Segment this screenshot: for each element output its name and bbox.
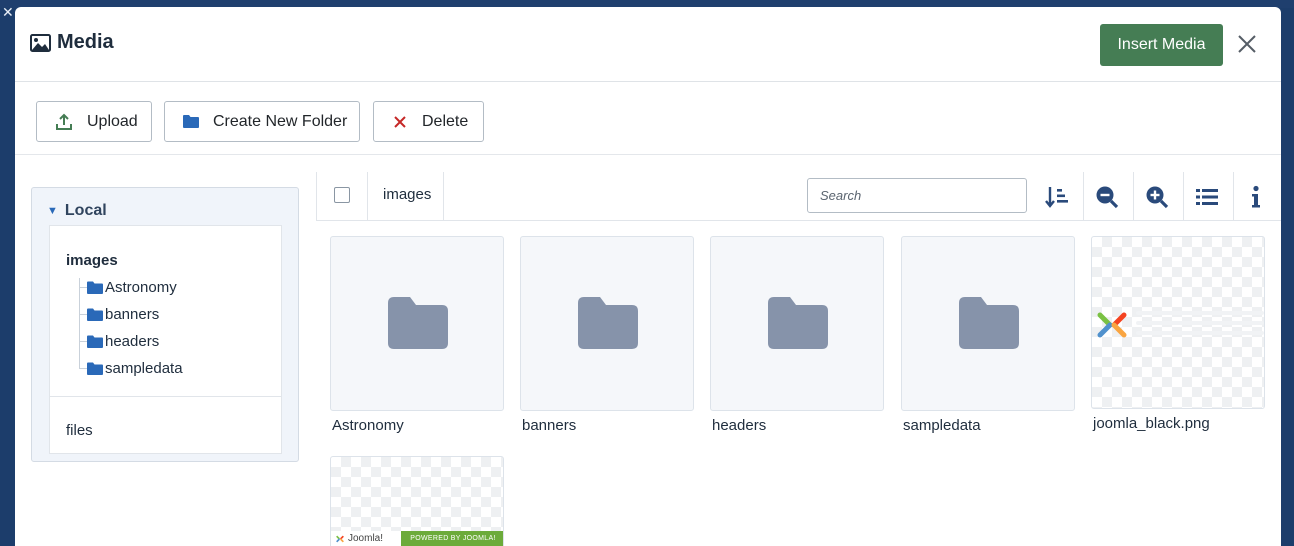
sort-icon <box>1045 187 1068 208</box>
image-thumbnail[interactable]: Joomla! POWERED BY JOOMLA! <box>330 456 504 546</box>
item-name: headers <box>712 417 767 434</box>
item-name: banners <box>522 417 577 434</box>
powered-logo: Joomla! <box>331 531 401 546</box>
breadcrumb[interactable]: images <box>383 186 431 203</box>
powered-by-text: POWERED BY JOOMLA! <box>401 531 503 546</box>
browser-toolbar: images <box>316 172 1281 221</box>
folder-icon <box>87 362 103 375</box>
tree-root-files[interactable]: files <box>66 422 93 439</box>
zoom-out-button[interactable] <box>1095 184 1121 210</box>
folder-icon <box>768 297 828 349</box>
folder-tree: images Astronomy banners headers sampled… <box>49 225 282 454</box>
tree-item-label: banners <box>105 305 160 323</box>
folder-thumbnail[interactable] <box>330 236 504 411</box>
create-folder-label: Create New Folder <box>213 112 348 130</box>
folder-icon <box>578 297 638 349</box>
tree-item-sampledata[interactable]: sampledata <box>79 358 183 378</box>
joomla-logo-icon <box>1097 312 1127 338</box>
bar-separator <box>443 172 444 220</box>
select-all-checkbox[interactable] <box>334 187 350 203</box>
upload-icon <box>56 113 72 130</box>
media-item-sampledata[interactable]: sampledata <box>901 236 1077 441</box>
item-name: Astronomy <box>332 417 404 434</box>
image-thumbnail[interactable] <box>1091 236 1265 409</box>
bar-separator <box>1133 172 1134 220</box>
media-item-banners[interactable]: banners <box>520 236 696 441</box>
media-modal: Media Insert Media Upload Create New Fol… <box>15 7 1281 546</box>
folder-icon <box>388 297 448 349</box>
caret-down-icon: ▼ <box>47 205 58 217</box>
folder-thumbnail[interactable] <box>520 236 694 411</box>
bar-separator <box>1233 172 1234 220</box>
info-button[interactable] <box>1251 184 1277 210</box>
tree-divider <box>50 396 281 397</box>
folder-thumbnail[interactable] <box>710 236 884 411</box>
upload-label: Upload <box>87 112 138 130</box>
tree-root-images[interactable]: images <box>66 252 118 269</box>
tree-item-label: Astronomy <box>105 278 177 296</box>
sort-button[interactable] <box>1045 184 1071 210</box>
bar-separator <box>367 172 368 220</box>
folder-icon <box>87 308 103 321</box>
create-new-folder-button[interactable]: Create New Folder <box>164 101 360 142</box>
folder-icon <box>183 115 199 128</box>
media-item-joomla-black[interactable]: joomla_black.png <box>1091 236 1267 441</box>
insert-media-button[interactable]: Insert Media <box>1100 24 1223 66</box>
modal-header: Media Insert Media <box>15 7 1281 82</box>
upload-button[interactable]: Upload <box>36 101 152 142</box>
powered-logo-text: Joomla! <box>348 533 384 544</box>
media-item-powered-by[interactable]: Joomla! POWERED BY JOOMLA! <box>330 456 506 546</box>
media-sidebar: ▼ Local images Astronomy banners headers <box>31 187 299 462</box>
modal-title-wrap: Media <box>30 31 114 54</box>
tree-item-banners[interactable]: banners <box>79 304 159 324</box>
tree-item-label: sampledata <box>105 359 183 377</box>
folder-icon <box>959 297 1019 349</box>
delete-label: Delete <box>422 112 469 130</box>
folder-icon <box>87 281 103 294</box>
media-toolbar: Upload Create New Folder Delete <box>15 83 1281 155</box>
zoom-in-button[interactable] <box>1145 184 1171 210</box>
delete-button[interactable]: Delete <box>373 101 484 142</box>
list-view-button[interactable] <box>1195 184 1221 210</box>
disk-label: Local <box>64 202 107 219</box>
zoom-in-icon <box>1146 186 1169 209</box>
bar-separator <box>1083 172 1084 220</box>
item-name: joomla_black.png <box>1093 415 1210 432</box>
image-icon <box>30 33 51 52</box>
tree-item-label: headers <box>105 332 160 350</box>
powered-by-banner: Joomla! POWERED BY JOOMLA! <box>331 531 503 546</box>
media-item-headers[interactable]: headers <box>710 236 886 441</box>
tree-item-headers[interactable]: headers <box>79 331 159 351</box>
tree-item-astronomy[interactable]: Astronomy <box>79 277 177 297</box>
list-view-icon <box>1196 189 1218 205</box>
x-icon <box>394 115 406 128</box>
info-icon <box>1252 185 1260 208</box>
logo-text-ghost <box>1136 311 1264 337</box>
joomla-logo-icon <box>336 535 344 542</box>
media-item-astronomy[interactable]: Astronomy <box>330 236 506 441</box>
folder-icon <box>87 335 103 348</box>
folder-thumbnail[interactable] <box>901 236 1075 411</box>
search-input[interactable] <box>807 178 1027 213</box>
zoom-out-icon <box>1096 186 1119 209</box>
disk-header[interactable]: ▼ Local <box>47 202 107 220</box>
close-button[interactable] <box>1235 32 1259 56</box>
bar-separator <box>1183 172 1184 220</box>
item-name: sampledata <box>903 417 981 434</box>
modal-title: Media <box>57 31 114 53</box>
close-icon <box>1238 35 1256 53</box>
